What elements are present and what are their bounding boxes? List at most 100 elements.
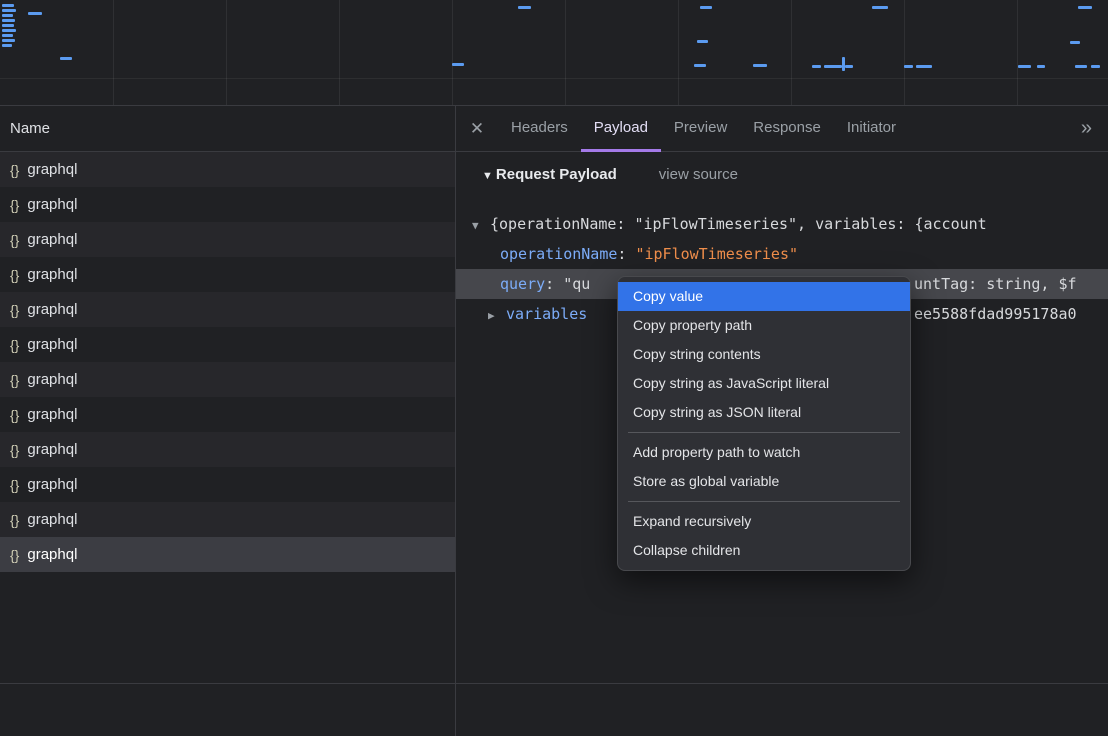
json-braces-icon: {} (10, 442, 19, 458)
waterfall-bar (2, 9, 16, 12)
menu-item-copy-value[interactable]: Copy value (618, 282, 910, 311)
tree-text-key: operationName (500, 245, 617, 263)
request-payload-section-header: ▼ Request Payload view source (456, 152, 1108, 197)
waterfall-bar (28, 12, 42, 15)
request-row[interactable]: {} graphql (0, 152, 455, 187)
menu-item-store-as-global-variable[interactable]: Store as global variable (618, 467, 910, 496)
request-row[interactable]: {}graphql (0, 502, 455, 537)
tabs-container: HeadersPayloadPreviewResponseInitiator (498, 106, 909, 151)
tab-headers[interactable]: Headers (498, 106, 581, 149)
json-braces-icon: {} (10, 547, 19, 563)
waterfall-bar (1075, 65, 1087, 68)
request-name: graphql (27, 266, 77, 283)
network-overview-timeline[interactable] (0, 0, 1108, 106)
grid-line (791, 0, 792, 105)
request-row[interactable]: {} graphql (0, 432, 455, 467)
request-name: graphql (27, 371, 77, 388)
column-header-name[interactable]: Name (10, 106, 50, 151)
json-braces-icon: {} (10, 267, 19, 283)
network-header-row: Name ✕ HeadersPayloadPreviewResponseInit… (0, 106, 1108, 152)
waterfall-bar (1070, 41, 1080, 44)
section-disclosure-icon[interactable]: ▼ (482, 170, 493, 182)
waterfall-bar (916, 65, 932, 68)
tab-preview[interactable]: Preview (661, 106, 740, 149)
tree-row-overflow-text: untTag: string, $f (914, 269, 1077, 299)
request-name: graphql (27, 196, 77, 213)
json-braces-icon: {} (10, 372, 19, 388)
tab-overflow-icon[interactable]: » (1081, 117, 1092, 140)
grid-line (339, 0, 340, 105)
request-name: graphql (27, 161, 77, 178)
request-row[interactable]: {} graphql (0, 292, 455, 327)
disclosure-expanded-icon[interactable]: ▼ (472, 211, 490, 239)
view-source-link[interactable]: view source (659, 166, 738, 183)
json-braces-icon: {} (10, 337, 19, 353)
request-row[interactable]: {}graphql (0, 327, 455, 362)
menu-item-add-property-path-to-watch[interactable]: Add property path to watch (618, 438, 910, 467)
tree-text-plain: : (617, 245, 635, 263)
json-braces-icon: {} (10, 477, 19, 493)
context-menu: Copy valueCopy property pathCopy string … (617, 276, 911, 571)
tab-initiator[interactable]: Initiator (834, 106, 909, 149)
grid-line (226, 0, 227, 105)
request-row[interactable]: {} graphql (0, 362, 455, 397)
tree-text-key: query (500, 275, 545, 293)
request-row[interactable]: {}graphql (0, 222, 455, 257)
tree-text-plain: "qu (563, 275, 590, 293)
tree-text-plain: : (545, 275, 563, 293)
waterfall-bar (2, 29, 16, 32)
request-name: graphql (27, 546, 77, 563)
waterfall-bar (1018, 65, 1031, 68)
waterfall-bar (518, 6, 531, 9)
close-icon[interactable]: ✕ (456, 119, 498, 139)
tree-text-key: variables (506, 305, 587, 323)
waterfall-bar (1078, 6, 1092, 9)
waterfall-bar (1037, 65, 1045, 68)
menu-item-expand-recursively[interactable]: Expand recursively (618, 507, 910, 536)
tree-row-overflow-text: ee5588fdad995178a0 (914, 299, 1077, 329)
menu-item-copy-string-contents[interactable]: Copy string contents (618, 340, 910, 369)
grid-line (113, 0, 114, 105)
waterfall-bar (753, 64, 767, 67)
json-braces-icon: {} (10, 197, 19, 213)
waterfall-bar (842, 57, 845, 71)
waterfall-bar (904, 65, 913, 68)
tree-text-string: "ipFlowTimeseries" (635, 245, 798, 263)
request-list: {} graphql {} graphql {} graphql {} graphql {} gr… (0, 152, 455, 572)
waterfall-bar (2, 34, 13, 37)
waterfall-bar (824, 65, 842, 68)
waterfall-bar (2, 14, 13, 17)
menu-item-copy-string-as-javascript-literal[interactable]: Copy string as JavaScript literal (618, 369, 910, 398)
waterfall-bar (2, 44, 12, 47)
request-row[interactable]: {}graphql (0, 397, 455, 432)
payload-tree-row[interactable]: ▼{operationName: "ipFlowTimeseries", var… (456, 209, 1108, 239)
request-name: graphql (27, 441, 77, 458)
menu-separator (628, 432, 900, 433)
request-row[interactable]: {} graphql (0, 257, 455, 292)
disclosure-collapsed-icon[interactable]: ▶ (488, 301, 506, 329)
tab-response[interactable]: Response (740, 106, 834, 149)
waterfall-bar (1091, 65, 1100, 68)
menu-item-copy-string-as-json-literal[interactable]: Copy string as JSON literal (618, 398, 910, 427)
menu-item-copy-property-path[interactable]: Copy property path (618, 311, 910, 340)
waterfall-bar (700, 6, 712, 9)
grid-line (678, 0, 679, 105)
tree-text-plain: {operationName: "ipFlowTimeseries", vari… (490, 215, 987, 233)
request-name: graphql (27, 301, 77, 318)
waterfall-bar (452, 63, 464, 66)
request-row[interactable]: {}graphql (0, 467, 455, 502)
request-row[interactable]: {} graphql (0, 187, 455, 222)
tab-payload[interactable]: Payload (581, 106, 661, 152)
waterfall-bar (812, 65, 821, 68)
devtools-window: Name ✕ HeadersPayloadPreviewResponseInit… (0, 0, 1108, 736)
menu-item-collapse-children[interactable]: Collapse children (618, 536, 910, 565)
grid-line (1017, 0, 1018, 105)
payload-tree-row[interactable]: operationName: "ipFlowTimeseries" (456, 239, 1108, 269)
detail-tab-bar: ✕ HeadersPayloadPreviewResponseInitiator… (456, 106, 1108, 151)
json-braces-icon: {} (10, 302, 19, 318)
grid-line (565, 0, 566, 105)
request-row[interactable]: {} graphql (0, 537, 455, 572)
json-braces-icon: {} (10, 162, 19, 178)
footer-divider (0, 683, 1108, 684)
waterfall-bar (60, 57, 72, 60)
